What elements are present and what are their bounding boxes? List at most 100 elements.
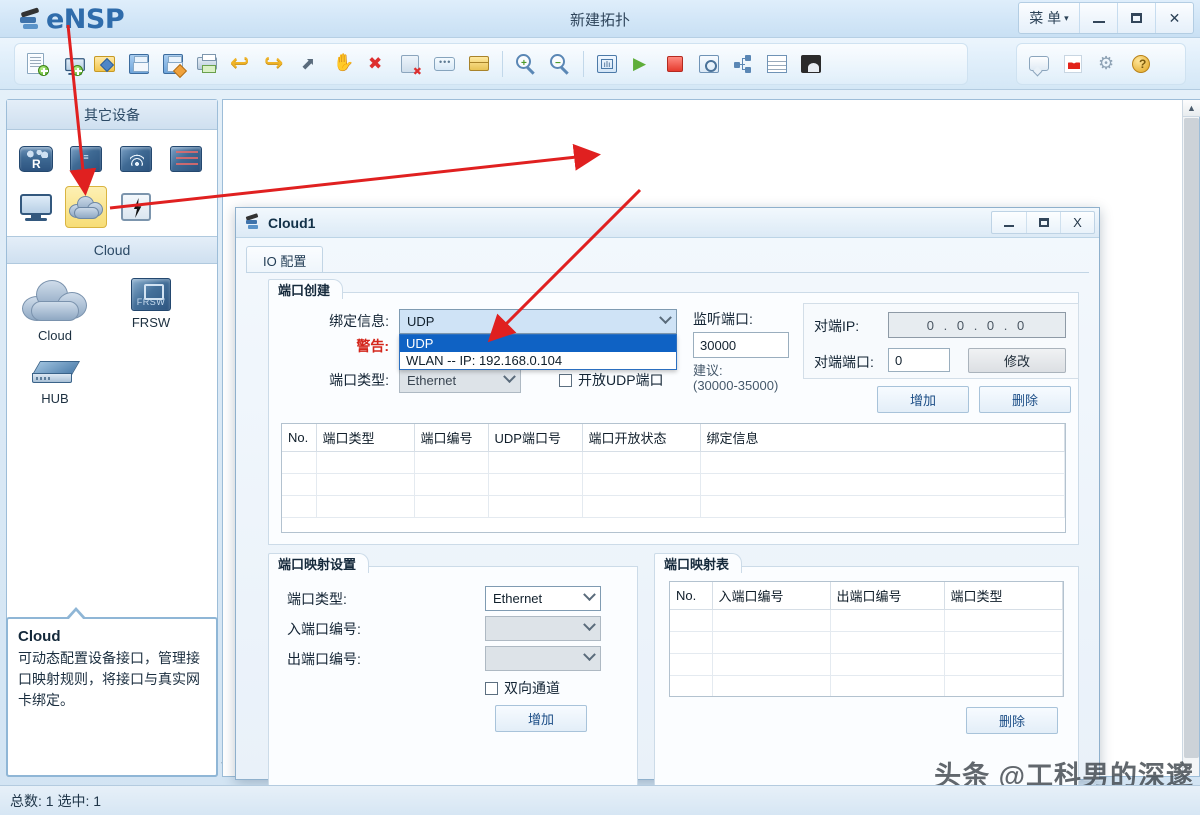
device-info-description: 可动态配置设备接口，管理接口映射规则，将接口与真实网卡绑定。 [8,648,216,711]
undo-icon[interactable] [225,48,257,80]
hub-device[interactable]: HUB [7,361,103,406]
table-row[interactable] [670,676,1063,698]
warning-label: 警告: [356,338,389,354]
binding-info-dropdown-list[interactable]: UDP WLAN -- IP: 192.168.0.104 [399,334,677,370]
listen-port-suggestion: 建议: (30000-35000) [693,363,778,393]
firewall-icon[interactable] [165,138,207,180]
table-row[interactable] [282,496,1065,518]
note-icon[interactable] [429,48,461,80]
redo-icon[interactable] [259,48,291,80]
print-icon[interactable] [191,48,223,80]
map-port-type-combobox[interactable]: Ethernet [485,586,601,611]
map-add-button[interactable]: 增加 [495,705,587,732]
dialog-body: IO 配置 端口创建 绑定信息: UDP UDP [246,246,1089,771]
scroll-up-icon[interactable]: ▲ [1183,100,1200,117]
topology-tree-icon[interactable] [727,48,759,80]
mapping-table-grid: No. 入端口编号 出端口编号 端口类型 [670,582,1063,697]
listen-port-label: 监听端口: [693,309,753,329]
add-port-button[interactable]: 增加 [877,386,969,413]
tabstrip-baseline [246,272,1089,273]
bidirectional-checkbox[interactable]: 双向通道 [485,678,560,698]
frsw-device[interactable]: FRSW [103,278,199,343]
device-info-icon[interactable]: ıIı [591,48,623,80]
menu-button[interactable]: 菜 单▾ [1019,3,1079,33]
new-topology-icon[interactable] [21,48,53,80]
port-col-number: 端口编号 [414,424,488,452]
pan-hand-icon[interactable] [327,48,359,80]
delete-port-button[interactable]: 删除 [979,386,1071,413]
chevron-down-icon [503,370,516,383]
port-mapping-legend: 端口映射设置 [268,553,369,573]
scrollbar-thumb[interactable] [1184,118,1199,758]
canvas-vertical-scrollbar[interactable]: ▲ [1182,100,1199,776]
dialog-title-bar: Cloud1 X [236,208,1099,238]
save-icon[interactable] [123,48,155,80]
port-table[interactable]: No. 端口类型 端口编号 UDP端口号 端口开放状态 绑定信息 [281,423,1066,533]
toolbar-divider-2 [583,51,584,77]
map-col-in: 入端口编号 [712,582,830,610]
capture-icon[interactable] [693,48,725,80]
minimize-button[interactable] [1079,3,1117,33]
open-udp-port-checkbox[interactable]: 开放UDP端口 [559,370,664,390]
zoom-in-icon[interactable]: + [510,48,542,80]
pc-icon[interactable] [15,186,57,228]
text-box-icon[interactable] [463,48,495,80]
dialog-maximize-button[interactable] [1026,212,1060,233]
peer-port-input[interactable]: 0 [888,348,950,372]
settings-gear-icon[interactable] [1091,48,1123,80]
binding-info-value: UDP [407,314,434,329]
dropdown-option-wlan[interactable]: WLAN -- IP: 192.168.0.104 [400,352,676,369]
peer-ip-input[interactable]: 0 . 0 . 0 . 0 [888,312,1066,338]
lightning-icon[interactable] [115,186,157,228]
tab-io-config[interactable]: IO 配置 [246,246,323,273]
cloud-icon[interactable] [65,186,107,228]
toolbar-divider [502,51,503,77]
status-bar: 总数: 1 选中: 1 [0,785,1200,815]
screenshot-icon[interactable] [795,48,827,80]
dialog-close-button[interactable]: X [1060,212,1094,233]
port-type-combobox[interactable]: Ethernet [399,368,521,393]
out-port-combobox[interactable] [485,646,601,671]
maximize-button[interactable] [1117,3,1155,33]
cloud1-config-dialog: Cloud1 X IO 配置 端口创建 绑定信息: [235,207,1100,780]
table-row[interactable] [670,610,1063,632]
table-row[interactable] [282,452,1065,474]
table-row[interactable] [670,632,1063,654]
binding-info-combobox[interactable]: UDP [399,309,677,334]
modify-button[interactable]: 修改 [968,348,1066,373]
device-info-tooltip: Cloud 可动态配置设备接口，管理接口映射规则，将接口与真实网卡绑定。 [6,617,218,777]
cloud-device[interactable]: Cloud [7,278,103,343]
start-icon[interactable] [625,48,657,80]
new-device-icon[interactable] [55,48,87,80]
in-port-combobox[interactable] [485,616,601,641]
chevron-down-icon [583,618,596,631]
help-icon[interactable] [1125,48,1157,80]
suggestion-label: 建议: [693,363,778,378]
table-row[interactable] [282,474,1065,496]
listen-port-input[interactable]: 30000 [693,332,789,358]
open-folder-icon[interactable] [89,48,121,80]
zoom-out-icon[interactable]: − [544,48,576,80]
mapping-table[interactable]: No. 入端口编号 出端口编号 端口类型 [669,581,1064,697]
switch-icon[interactable]: ≡ [65,138,107,180]
delete-icon[interactable] [361,48,393,80]
wlan-ap-icon[interactable] [115,138,157,180]
mapping-delete-button[interactable]: 删除 [966,707,1058,734]
delete-link-icon[interactable] [395,48,427,80]
mapping-table-body [670,610,1063,698]
window-controls: 菜 单▾ ✕ [1018,2,1194,34]
table-row[interactable] [670,654,1063,676]
port-col-binding: 绑定信息 [700,424,1065,452]
dialog-minimize-button[interactable] [992,212,1026,233]
port-mapping-table-legend: 端口映射表 [654,553,742,573]
chat-icon[interactable] [1023,48,1055,80]
huawei-logo-icon[interactable] [1057,48,1089,80]
close-button[interactable]: ✕ [1155,3,1193,33]
stop-icon[interactable] [659,48,691,80]
grid-icon[interactable] [761,48,793,80]
select-cursor-icon[interactable] [293,48,325,80]
save-as-icon[interactable] [157,48,189,80]
dropdown-option-udp[interactable]: UDP [400,335,676,352]
binding-info-label: 绑定信息: [329,313,389,329]
router-icon[interactable] [15,138,57,180]
